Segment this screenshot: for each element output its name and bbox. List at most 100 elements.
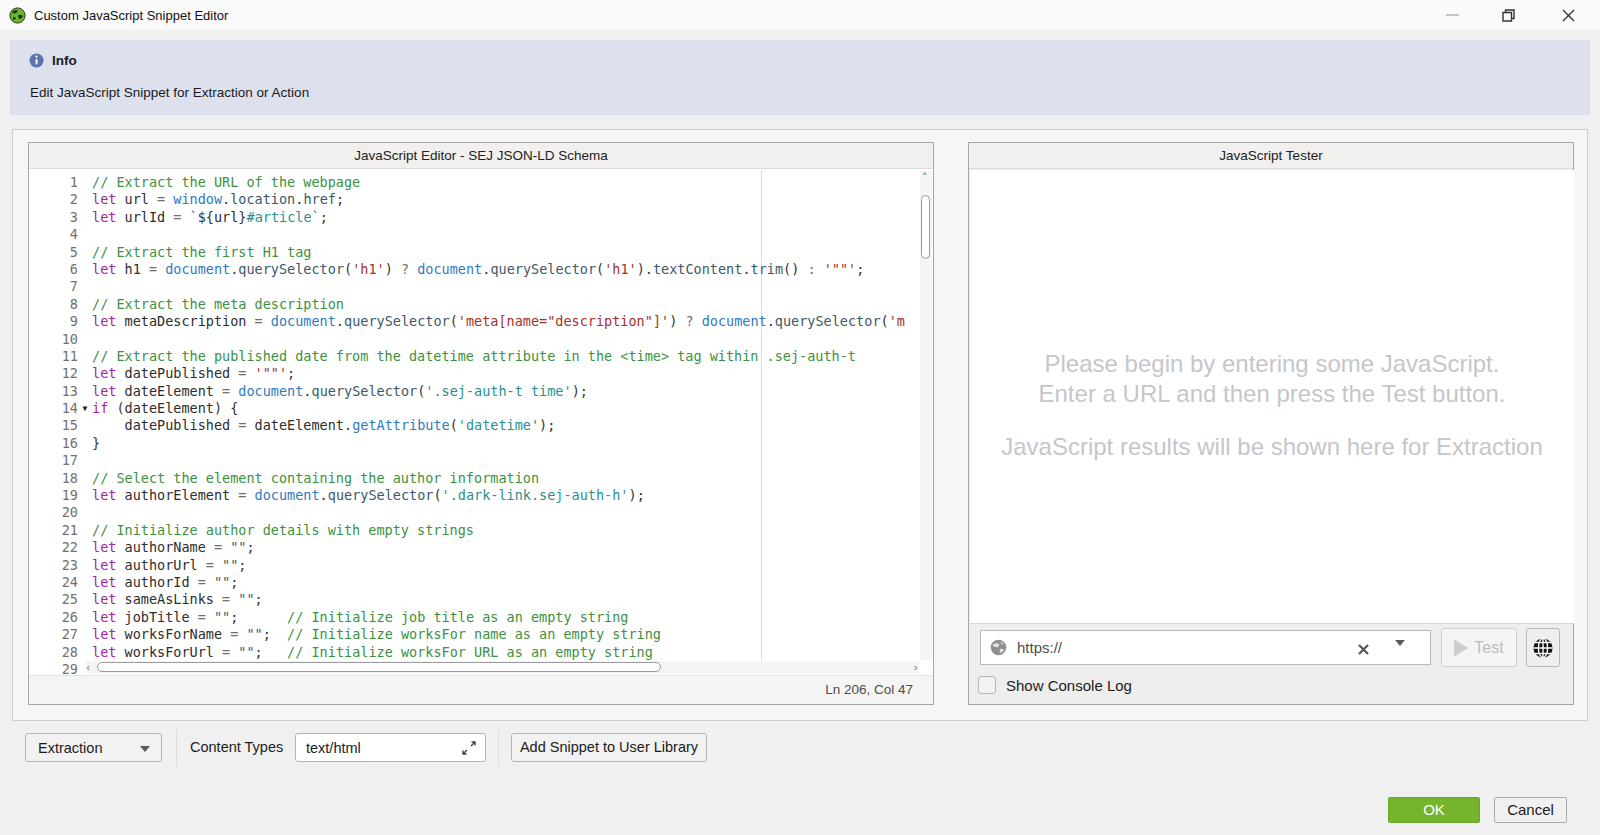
fold-gutter — [78, 313, 92, 330]
bottom-toolbar: Extraction Content Types text/html Add S… — [0, 733, 1600, 763]
tester-placeholder-line: Enter a URL and then press the Test butt… — [1039, 379, 1506, 409]
cursor-position: Ln 206, Col 47 — [825, 682, 913, 697]
window-title: Custom JavaScript Snippet Editor — [34, 8, 228, 23]
line-number: 25 — [29, 591, 78, 608]
cancel-button[interactable]: Cancel — [1494, 797, 1567, 823]
expand-icon[interactable] — [461, 740, 477, 756]
line-number: 21 — [29, 522, 78, 539]
line-number: 10 — [29, 331, 78, 348]
fold-gutter — [78, 348, 92, 365]
fold-gutter — [78, 539, 92, 556]
line-number: 9 — [29, 313, 78, 330]
fold-gutter — [78, 209, 92, 226]
line-number: 28 — [29, 644, 78, 661]
fold-arrow-icon[interactable]: ▼ — [78, 400, 92, 417]
ok-button[interactable]: OK — [1388, 797, 1480, 823]
fold-gutter — [78, 626, 92, 643]
vertical-scrollbar[interactable]: ˄ — [920, 171, 932, 660]
snippet-type-select[interactable]: Extraction — [25, 733, 162, 762]
minimize-icon — [1446, 14, 1459, 16]
code-editor[interactable]: 1// Extract the URL of the webpage2let u… — [29, 170, 933, 675]
line-number: 16 — [29, 435, 78, 452]
show-console-checkbox[interactable] — [978, 676, 996, 694]
code-line: 6let h1 = document.querySelector('h1') ?… — [29, 261, 905, 278]
fold-gutter — [78, 331, 92, 348]
clear-url-icon[interactable] — [1357, 642, 1370, 660]
editor-status-bar: Ln 206, Col 47 — [29, 675, 933, 704]
fold-gutter — [78, 191, 92, 208]
fold-gutter — [78, 470, 92, 487]
tester-placeholder-line: Please begin by entering some JavaScript… — [1045, 349, 1500, 379]
content-types-input[interactable]: text/html — [295, 733, 486, 762]
line-number: 2 — [29, 191, 78, 208]
fold-gutter — [78, 574, 92, 591]
code-line: 5// Extract the first H1 tag — [29, 244, 905, 261]
restore-icon — [1502, 9, 1515, 22]
scroll-up-icon[interactable]: ˄ — [922, 171, 928, 184]
show-console-label[interactable]: Show Console Log — [1006, 677, 1132, 694]
code-line: 22let authorName = ""; — [29, 539, 905, 556]
fold-gutter — [78, 591, 92, 608]
fold-gutter — [78, 644, 92, 661]
scroll-left-icon[interactable]: ‹ — [86, 661, 90, 674]
fold-gutter — [78, 296, 92, 313]
code-line: 24let authorId = ""; — [29, 574, 905, 591]
banner-title: Info — [52, 53, 77, 68]
vertical-scroll-thumb[interactable] — [921, 195, 930, 259]
code-line: 3let urlId = `${url}#article`; — [29, 209, 905, 226]
code-line: 14▼if (dateElement) { — [29, 400, 905, 417]
fold-gutter — [78, 174, 92, 191]
fold-gutter — [78, 417, 92, 434]
snippet-type-value: Extraction — [38, 740, 102, 756]
fold-gutter — [78, 609, 92, 626]
code-line: 23let authorUrl = ""; — [29, 557, 905, 574]
fold-gutter — [78, 504, 92, 521]
line-number: 14 — [29, 400, 78, 417]
minimize-button[interactable] — [1430, 0, 1474, 30]
horizontal-scrollbar[interactable]: ‹ › — [86, 661, 919, 674]
maximize-button[interactable] — [1486, 0, 1530, 30]
select-caret-icon — [140, 746, 150, 752]
browser-globe-icon — [1532, 637, 1554, 659]
code-line: 8// Extract the meta description — [29, 296, 905, 313]
line-number: 7 — [29, 278, 78, 295]
snippet-editor-window: Custom JavaScript Snippet Editor Info Ed… — [0, 0, 1600, 835]
line-number: 22 — [29, 539, 78, 556]
line-number: 15 — [29, 417, 78, 434]
code-line: 12let datePublished = '""'; — [29, 365, 905, 382]
open-browser-button[interactable] — [1526, 628, 1560, 667]
editor-header: JavaScript Editor - SEJ JSON-LD Schema — [29, 143, 933, 169]
code-line: 19let authorElement = document.querySele… — [29, 487, 905, 504]
url-input[interactable]: https:// — [980, 630, 1431, 665]
fold-gutter — [78, 557, 92, 574]
code-line: 7 — [29, 278, 905, 295]
app-icon — [9, 7, 26, 24]
fold-gutter — [78, 435, 92, 452]
add-snippet-button[interactable]: Add Snippet to User Library — [511, 733, 707, 762]
code-line: 18// Select the element containing the a… — [29, 470, 905, 487]
title-bar: Custom JavaScript Snippet Editor — [0, 0, 1600, 30]
line-number: 18 — [29, 470, 78, 487]
horizontal-scroll-thumb[interactable] — [97, 662, 661, 672]
code-line: 27let worksForName = ""; // Initialize w… — [29, 626, 905, 643]
code-line: 17 — [29, 452, 905, 469]
editor-panel: JavaScript Editor - SEJ JSON-LD Schema 1… — [28, 142, 934, 705]
code-line: 2let url = window.location.href; — [29, 191, 905, 208]
close-button[interactable] — [1546, 0, 1590, 30]
line-number: 3 — [29, 209, 78, 226]
line-number: 1 — [29, 174, 78, 191]
fold-gutter — [78, 244, 92, 261]
code-line: 1// Extract the URL of the webpage — [29, 174, 905, 191]
line-number: 8 — [29, 296, 78, 313]
url-placeholder: https:// — [1017, 639, 1062, 656]
scroll-right-icon[interactable]: › — [914, 661, 918, 674]
code-line: 9let metaDescription = document.querySel… — [29, 313, 905, 330]
line-number: 5 — [29, 244, 78, 261]
tester-placeholder-line: JavaScript results will be shown here fo… — [1001, 432, 1543, 462]
fold-gutter — [78, 226, 92, 243]
fold-gutter — [78, 261, 92, 278]
url-dropdown-icon[interactable] — [1395, 646, 1405, 664]
test-button[interactable]: Test — [1441, 628, 1517, 667]
tester-panel: JavaScript Tester Please begin by enteri… — [968, 142, 1574, 705]
line-number: 4 — [29, 226, 78, 243]
